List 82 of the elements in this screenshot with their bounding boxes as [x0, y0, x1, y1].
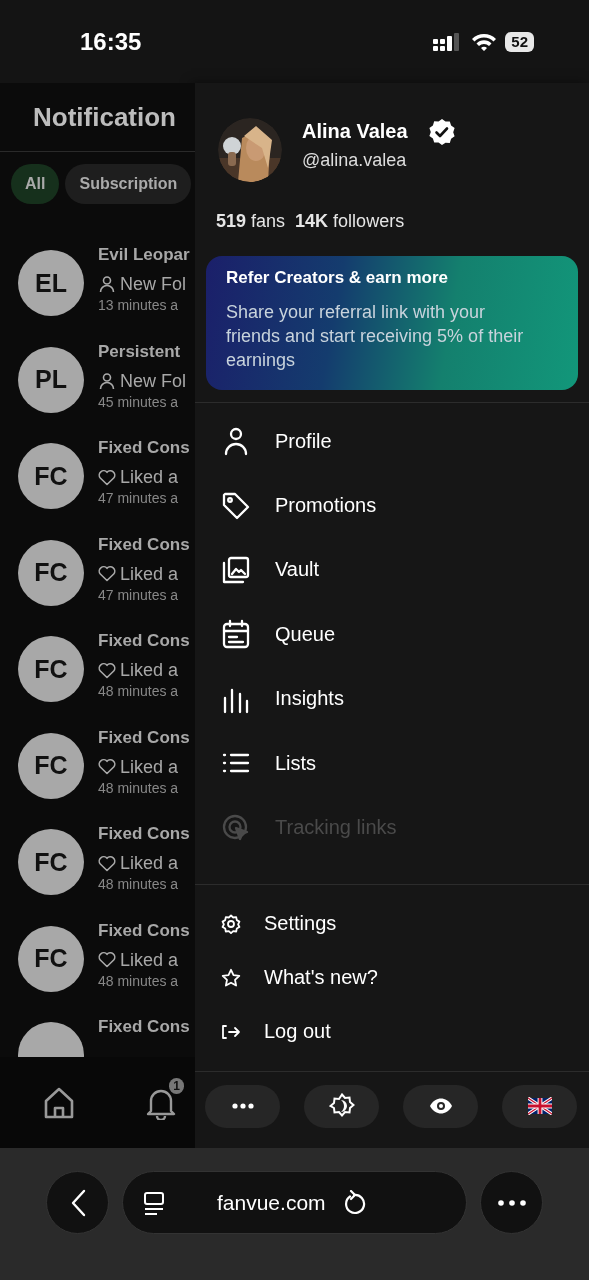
home-icon[interactable] — [44, 1086, 74, 1119]
star-icon — [221, 967, 241, 988]
avatar: PL — [18, 346, 84, 413]
notification-action: Liked a — [120, 562, 179, 586]
calendar-icon — [221, 619, 251, 650]
person-icon — [98, 371, 116, 390]
avatar: FC — [18, 925, 84, 992]
referral-title: Refer Creators & earn more — [226, 268, 450, 288]
language-button[interactable] — [502, 1084, 577, 1128]
heart-icon — [98, 854, 116, 872]
more-button[interactable] — [205, 1084, 280, 1128]
notification-action: New Fol — [120, 273, 186, 296]
sender-name: Fixed Cons — [98, 437, 190, 459]
notification-badge: 1 — [169, 1077, 184, 1094]
profile-stat: 14K followers — [295, 211, 405, 232]
notification-action: New Fol — [120, 369, 186, 393]
sender-name: Fixed Cons — [98, 1016, 190, 1038]
avatar: FC — [18, 443, 84, 509]
sender-name: Persistent — [98, 340, 182, 363]
profile-name: Alina Valea — [302, 120, 408, 143]
notification-time: 45 minutes a — [98, 392, 180, 411]
referral-card[interactable]: Refer Creators & earn more Share your referral link with your friends and start receiving 5% of their earnings — [206, 256, 578, 390]
wifi-icon — [471, 31, 498, 52]
settings-icon — [221, 913, 241, 934]
filter-chip[interactable]: Subscription — [65, 164, 192, 204]
notification-time: 47 minutes a — [98, 489, 180, 507]
address-bar[interactable]: fanvue.com — [122, 1171, 467, 1234]
avatar: EL — [18, 250, 84, 316]
profile-handle: @alina.valea — [302, 149, 408, 171]
avatar: FC — [18, 829, 84, 895]
notification-action: Liked a — [120, 659, 179, 682]
notification-action: Liked a — [120, 948, 179, 972]
image-stack-icon — [221, 554, 251, 585]
heart-icon — [98, 758, 116, 775]
profile-stat: 519 fans — [216, 211, 286, 232]
notification-action: Liked a — [120, 852, 179, 875]
sender-name: Fixed Cons — [98, 630, 190, 652]
visibility-button[interactable] — [403, 1084, 478, 1128]
avatar: FC — [18, 539, 84, 606]
notification-time: 48 minutes a — [98, 682, 180, 700]
heart-icon — [98, 468, 116, 486]
notification-time: 47 minutes a — [98, 585, 180, 604]
sender-name: Fixed Cons — [98, 533, 190, 556]
menu-item[interactable]: Promotions — [195, 473, 589, 538]
menu-item[interactable]: Insights — [195, 666, 589, 731]
menu-item[interactable]: Log out — [195, 1004, 589, 1059]
more-icon — [231, 1103, 254, 1110]
theme-button[interactable] — [304, 1084, 379, 1128]
more-icon — [497, 1199, 526, 1206]
target-cursor-icon — [221, 812, 251, 843]
sender-name: Fixed Cons — [98, 823, 190, 845]
sender-name: Evil Leopar — [98, 244, 190, 266]
avatar: FC — [18, 636, 84, 702]
sender-name: Fixed Cons — [98, 726, 190, 749]
notification-action: Liked a — [120, 755, 179, 779]
menu-item[interactable]: Lists — [195, 730, 589, 796]
page-menu-icon — [143, 1190, 165, 1215]
avatar: FC — [18, 732, 84, 799]
notification-time: 13 minutes a — [98, 296, 180, 314]
sender-name: Fixed Cons — [98, 919, 190, 942]
heart-icon — [98, 661, 116, 679]
page-title: Notification — [33, 101, 176, 133]
notification-time: 48 minutes a — [98, 875, 180, 893]
notification-action: Liked a — [120, 466, 179, 489]
notification-time: 48 minutes a — [98, 971, 180, 990]
person-icon — [98, 275, 116, 293]
heart-icon — [98, 951, 116, 968]
referral-text: Share your referral link with your friends and start receiving 5% of their earnings — [226, 301, 525, 372]
eye-icon — [428, 1098, 453, 1115]
battery-indicator: 52 — [505, 31, 534, 52]
menu-item[interactable]: What's new? — [195, 950, 589, 1005]
clock-time: 16:35 — [80, 27, 142, 56]
filter-chip[interactable]: All — [11, 164, 60, 204]
menu-item[interactable]: Profile — [195, 409, 589, 474]
tag-icon — [221, 490, 251, 521]
url-text: fanvue.com — [217, 1190, 326, 1215]
notification-time: 48 minutes a — [98, 778, 180, 797]
menu-item[interactable]: Queue — [195, 602, 589, 667]
menu-item[interactable]: Settings — [195, 896, 589, 951]
heart-icon — [98, 565, 116, 582]
flag-icon — [527, 1097, 552, 1116]
menu-item[interactable]: Vault — [195, 537, 589, 603]
